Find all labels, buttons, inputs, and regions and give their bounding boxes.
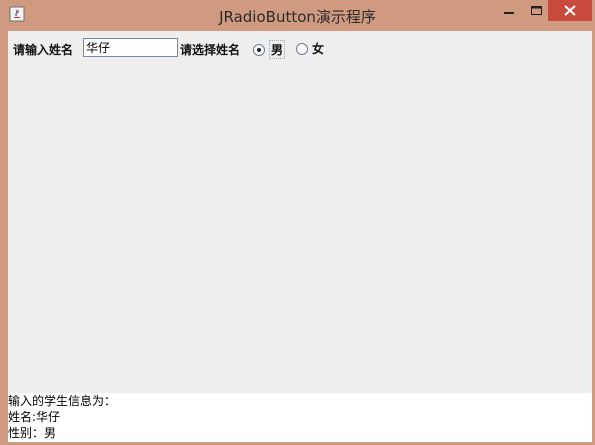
output-text-area[interactable]: 输入的学生信息为： 姓名:华仔 性别：男 (8, 393, 592, 442)
radio-male[interactable]: 男 (253, 40, 286, 59)
radio-female-label: 女 (312, 42, 325, 56)
close-button[interactable] (548, 0, 592, 21)
gender-label: 请选择姓名 (180, 43, 241, 57)
name-input[interactable] (83, 38, 178, 57)
radio-selected-icon[interactable] (253, 43, 265, 56)
input-row: 请输入姓名 请选择姓名 男 女 (8, 38, 592, 59)
name-label: 请输入姓名 (13, 43, 74, 57)
app-window: JRadioButton演示程序 请输入姓名 请选择姓名 男 (0, 0, 595, 445)
content-panel: 请输入姓名 请选择姓名 男 女 (8, 31, 592, 393)
radio-female[interactable]: 女 (296, 40, 324, 57)
output-name-line: 姓名:华仔 (8, 410, 61, 424)
radio-unselected-icon[interactable] (296, 42, 308, 55)
output-gender-line: 性别：男 (8, 426, 57, 440)
close-icon (564, 5, 576, 16)
title-bar[interactable]: JRadioButton演示程序 (0, 0, 595, 31)
output-heading: 输入的学生信息为： (8, 394, 117, 408)
radio-male-label: 男 (269, 40, 286, 59)
